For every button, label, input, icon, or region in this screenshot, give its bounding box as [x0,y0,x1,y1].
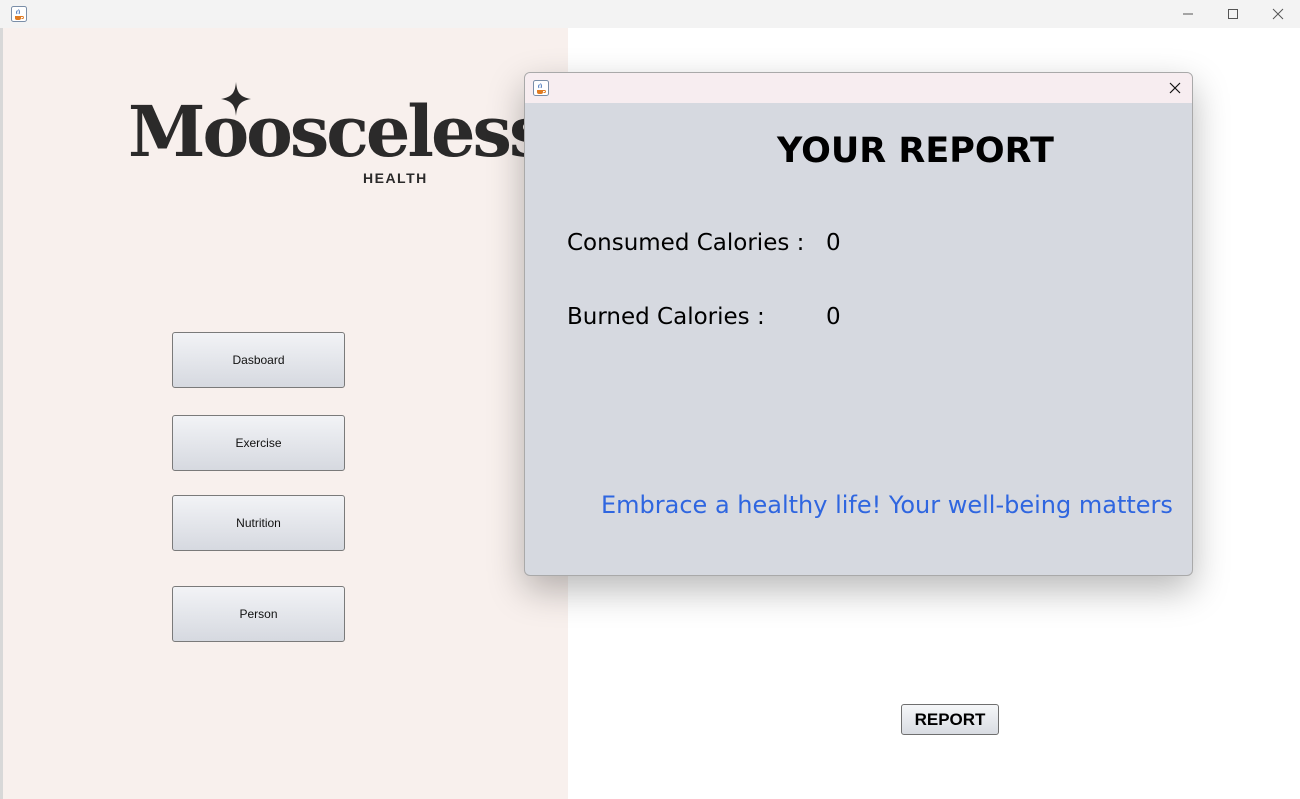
logo-tagline: HEALTH [363,170,428,186]
minimize-icon [1183,13,1193,15]
java-coffee-icon [11,6,27,22]
close-icon [1169,82,1181,94]
report-title: YOUR REPORT [777,131,1054,171]
burned-calories-label: Burned Calories : [567,304,765,330]
logo-brand-text: Moosceless [128,90,548,173]
maximize-button[interactable] [1210,0,1256,28]
burned-calories-value: 0 [826,304,841,330]
main-window-titlebar [0,0,1300,28]
wellbeing-motto: Embrace a healthy life! Your well-being … [601,491,1173,519]
person-button[interactable]: Person [172,586,345,642]
dashboard-button[interactable]: Dasboard [172,332,345,388]
close-window-button[interactable] [1255,0,1300,28]
report-dialog: YOUR REPORT Consumed Calories : 0 Burned… [524,72,1193,576]
maximize-icon [1228,9,1238,19]
nutrition-button[interactable]: Nutrition [172,495,345,551]
dialog-close-button[interactable] [1162,75,1188,101]
java-coffee-icon [533,80,549,96]
close-icon [1272,8,1284,20]
consumed-calories-label: Consumed Calories : [567,230,805,256]
report-button[interactable]: REPORT [901,704,999,735]
dialog-titlebar [525,73,1192,103]
consumed-calories-value: 0 [826,230,841,256]
moosceless-logo: Moosceless HEALTH [128,82,548,192]
minimize-button[interactable] [1165,0,1211,28]
exercise-button[interactable]: Exercise [172,415,345,471]
